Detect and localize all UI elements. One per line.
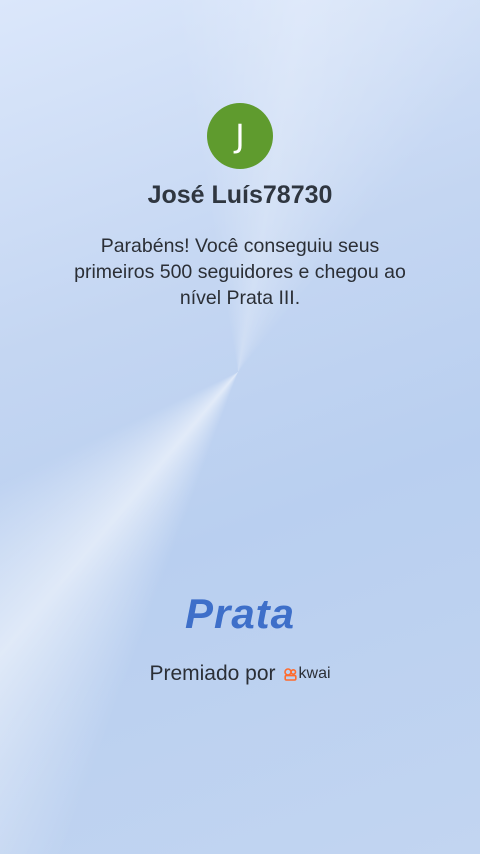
brand-name: kwai	[298, 665, 331, 682]
tier-title: Prata	[184, 590, 296, 637]
awarded-by-row: Premiado por kwai	[0, 662, 480, 686]
username: José Luís78730	[147, 181, 333, 209]
awarded-by-label: Premiado por	[149, 662, 276, 685]
brand-logo: kwai	[283, 665, 331, 683]
kwai-logo-icon	[283, 667, 297, 681]
avatar-initial: J	[235, 117, 245, 155]
avatar: J	[207, 103, 273, 169]
achievement-message: Parabéns! Você conseguiu seus primeiros …	[74, 235, 406, 309]
